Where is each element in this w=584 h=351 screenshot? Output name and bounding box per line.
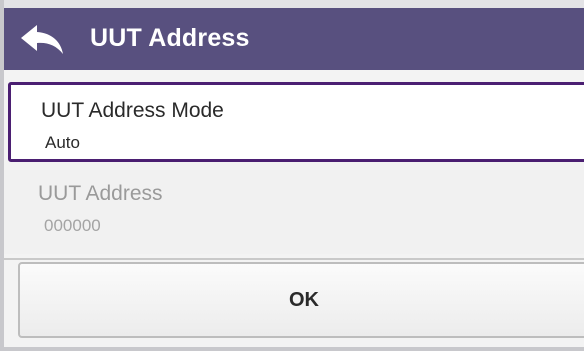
- uut-address-value: 000000: [44, 216, 101, 235]
- back-arrow-icon: [21, 25, 63, 54]
- top-edge: [0, 0, 584, 8]
- uut-address-label: UUT Address: [38, 182, 163, 205]
- header-bar: UUT Address: [4, 8, 584, 70]
- dialog: UUT Address UUT Address Mode Auto UUT Ad…: [4, 8, 584, 347]
- divider: [4, 258, 584, 260]
- uut-address-mode-item[interactable]: UUT Address Mode Auto: [8, 82, 584, 162]
- back-button[interactable]: [14, 20, 70, 60]
- uut-address-mode-label: UUT Address Mode: [41, 99, 224, 122]
- uut-address-item: UUT Address 000000: [4, 170, 584, 254]
- page-title: UUT Address: [90, 24, 250, 52]
- ok-button[interactable]: OK: [18, 262, 584, 338]
- bottom-edge: [0, 347, 584, 351]
- uut-address-mode-value: Auto: [45, 133, 80, 152]
